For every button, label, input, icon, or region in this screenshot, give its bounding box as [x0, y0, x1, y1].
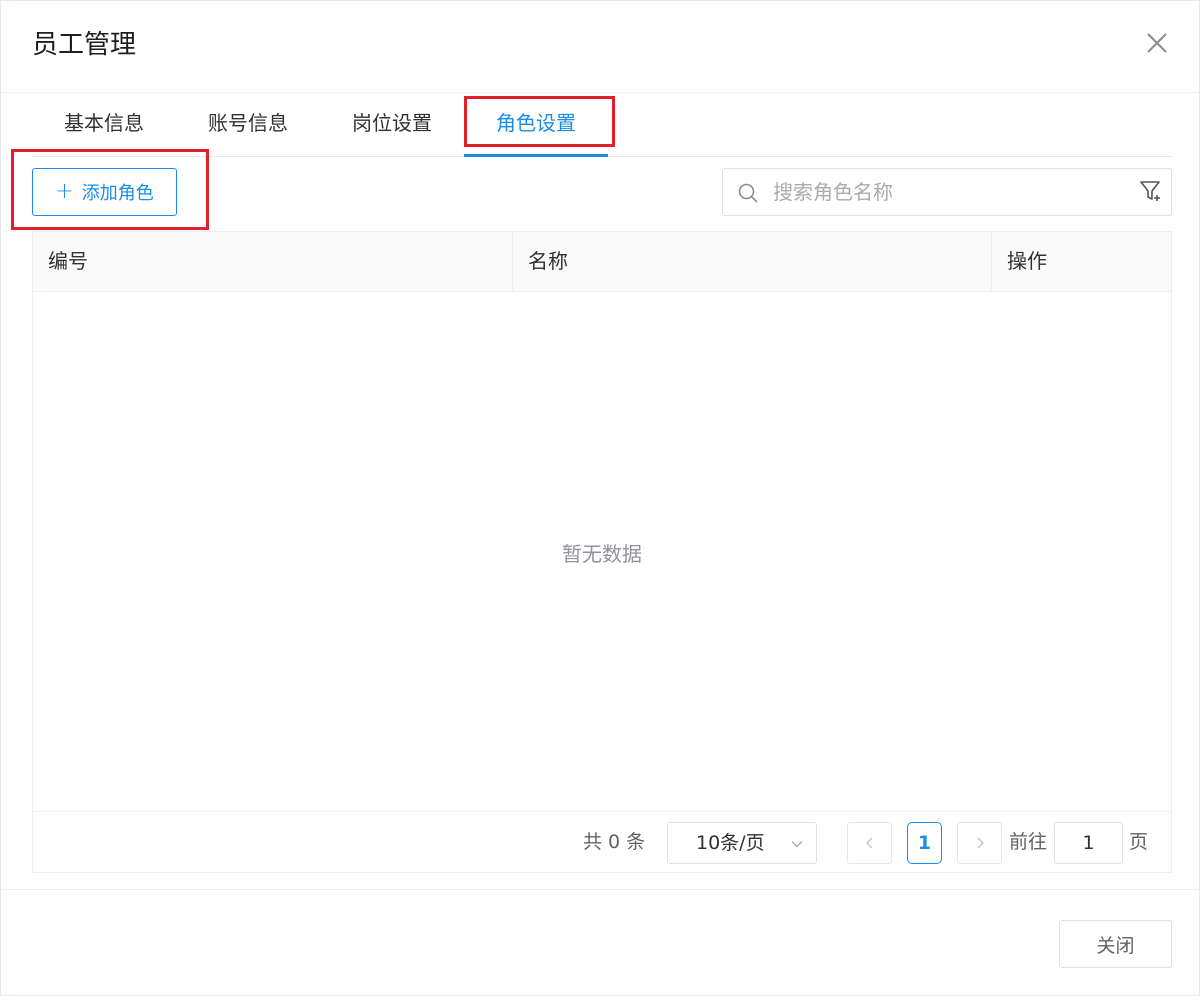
- active-tab-indicator: [464, 154, 608, 157]
- footer-divider: [1, 889, 1200, 890]
- tab-role-settings[interactable]: 角色设置: [478, 93, 594, 156]
- chevron-down-icon: [790, 836, 804, 855]
- column-header-actions: 操作: [1007, 249, 1047, 273]
- empty-state-text: 暂无数据: [562, 541, 642, 566]
- column-header-name: 名称: [513, 232, 992, 291]
- close-button[interactable]: 关闭: [1059, 920, 1172, 968]
- search-box: [722, 168, 1172, 216]
- chevron-left-icon: [865, 837, 872, 849]
- filter-icon[interactable]: [1139, 179, 1163, 209]
- column-header-id: 编号: [33, 232, 513, 291]
- search-input[interactable]: [773, 169, 1123, 215]
- plus-icon: +: [55, 179, 74, 204]
- tab-bar: 基本信息 账号信息 岗位设置 角色设置: [32, 93, 1172, 157]
- total-count: 共 0 条: [583, 831, 646, 853]
- next-page-button[interactable]: [957, 822, 1002, 864]
- page-number-current[interactable]: 1: [907, 822, 942, 864]
- close-icon[interactable]: [1141, 27, 1173, 59]
- tab-account-info[interactable]: 账号信息: [206, 93, 290, 156]
- goto-label: 前往: [1009, 831, 1048, 853]
- add-role-label: 添加角色: [81, 183, 154, 204]
- tab-basic-info[interactable]: 基本信息: [62, 93, 146, 156]
- table-body: 暂无数据: [33, 292, 1171, 812]
- chevron-right-icon: [977, 837, 984, 849]
- tab-position-settings[interactable]: 岗位设置: [350, 93, 434, 156]
- table-header: 编号 名称 操作: [33, 232, 1171, 292]
- employee-dialog: 员工管理 基本信息 账号信息 岗位设置 角色设置 + 添加角色 搜索角色名称 编…: [0, 0, 1200, 996]
- prev-page-button[interactable]: [847, 822, 892, 864]
- dialog-title: 员工管理: [32, 30, 137, 60]
- dialog-header: 员工管理: [1, 1, 1200, 93]
- goto-page-input[interactable]: [1054, 822, 1123, 864]
- search-icon: [737, 182, 759, 208]
- pagination: 共 0 条 10条/页 1 前往 1 页: [33, 812, 1171, 872]
- roles-table: 编号 名称 操作 暂无数据 共 0 条 10条/页 1 前往 1 页: [32, 231, 1172, 873]
- add-role-button[interactable]: + 添加角色: [32, 168, 177, 216]
- page-size-select[interactable]: 10条/页: [667, 822, 817, 864]
- page-size-value: 10条/页: [696, 832, 765, 854]
- page-unit-label: 页: [1129, 831, 1149, 853]
